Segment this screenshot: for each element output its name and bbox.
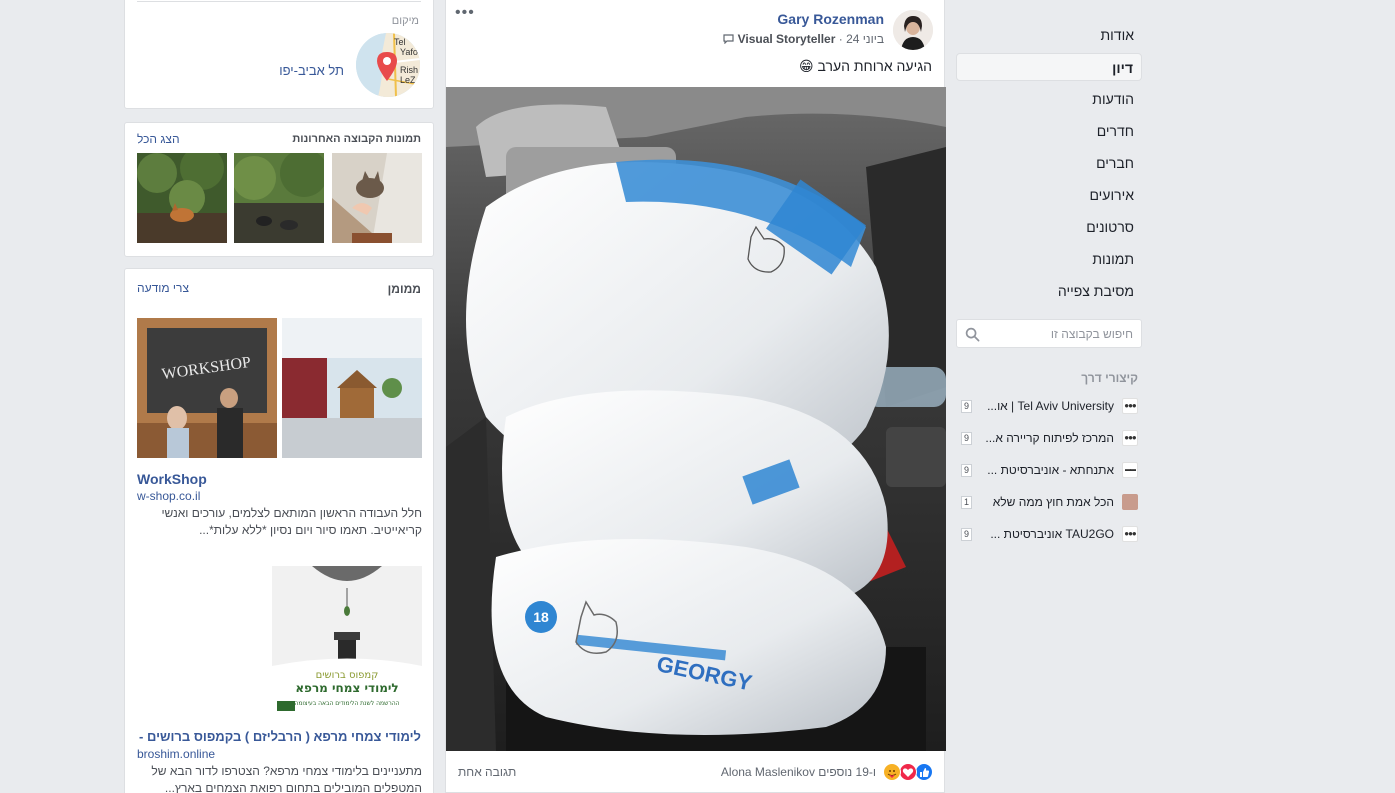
shortcut-item[interactable]: ●●● TAU2GO אוניברסיטת ... 9: [960, 524, 1138, 544]
ad-domain[interactable]: broshim.online: [137, 747, 215, 761]
svg-text:ההרשמה לשנת הלימודים הבאה בעיצ: ההרשמה לשנת הלימודים הבאה בעיצומה: [294, 700, 399, 707]
ad-domain[interactable]: w-shop.co.il: [137, 489, 200, 503]
shortcut-count-badge: 9: [961, 432, 972, 445]
shortcut-label: הכל אמת חוץ ממה שלא: [992, 495, 1114, 509]
profile-photo-icon: [1122, 494, 1138, 510]
reactions-summary[interactable]: Alona Maslenikov ו-19 נוספים: [721, 765, 876, 779]
recent-photos-title: תמונות הקבוצה האחרונות: [292, 133, 421, 145]
shortcut-item[interactable]: ▬▬ אתנחתא - אוניברסיטת ... 9: [960, 460, 1138, 480]
shortcut-item[interactable]: ●●● Tel Aviv University | או... 9: [960, 396, 1138, 416]
ad-title[interactable]: WorkShop: [137, 471, 207, 487]
author-avatar[interactable]: [893, 10, 933, 50]
shortcut-count-badge: 9: [961, 464, 972, 477]
map-pin-icon: [377, 52, 397, 81]
shortcut-item[interactable]: ●●● המרכז לפיתוח קריירה א... 9: [960, 428, 1138, 448]
tau-logo-icon: ●●●: [1122, 526, 1138, 542]
location-card: מיקום Tel Yafo Rish LeZ תל אביב-יפו: [124, 0, 434, 109]
feed-post: ••• Gary Rozenman ביוני Visual Storytell…: [445, 0, 946, 793]
svg-text:לימודי צמחי מרפא: לימודי צמחי מרפא: [295, 681, 398, 695]
svg-text:Yafo: Yafo: [400, 47, 418, 57]
svg-text:LeZ: LeZ: [400, 75, 416, 85]
like-reaction-icon: [915, 763, 933, 781]
group-photo-thumb[interactable]: [137, 153, 227, 243]
svg-text:Tel: Tel: [394, 37, 406, 47]
search-icon: [965, 327, 980, 342]
location-map[interactable]: Tel Yafo Rish LeZ: [356, 33, 420, 97]
group-search-input[interactable]: [983, 324, 1133, 343]
create-ad-link[interactable]: צרי מודעה: [137, 281, 189, 295]
shortcut-label: Tel Aviv University | או...: [987, 399, 1114, 413]
divider: [137, 1, 421, 2]
author-badge[interactable]: Visual Storyteller: [738, 32, 836, 46]
nav-item-rooms[interactable]: חדרים: [956, 117, 1134, 145]
shortcut-count-badge: 1: [961, 496, 972, 509]
nav-item-announcements[interactable]: הודעות: [956, 85, 1134, 113]
nav-item-events[interactable]: אירועים: [956, 181, 1134, 209]
shortcut-label: המרכז לפיתוח קריירה א...: [985, 431, 1114, 445]
nav-item-about[interactable]: אודות: [956, 21, 1135, 49]
shortcut-label: TAU2GO אוניברסיטת ...: [990, 527, 1114, 541]
nav-item-watch-party[interactable]: מסיבת צפייה: [956, 277, 1134, 305]
post-author-name[interactable]: Gary Rozenman: [777, 11, 884, 27]
nav-item-photos[interactable]: תמונות: [956, 245, 1134, 273]
group-logo-icon: ▬▬: [1122, 462, 1138, 478]
location-link[interactable]: תל אביב-יפו: [279, 63, 344, 78]
care-reaction-icon: [883, 763, 901, 781]
post-text: הגיעה ארוחת הערב 😁: [799, 58, 932, 74]
ad-image[interactable]: [282, 318, 422, 458]
separator: ·: [838, 32, 847, 46]
post-meta: ביוני Visual Storyteller · 24: [723, 32, 884, 46]
svg-text:Rish: Rish: [400, 65, 418, 75]
post-date-suffix[interactable]: ביוני: [863, 32, 884, 46]
group-photo-thumb[interactable]: [234, 153, 324, 243]
ad-image[interactable]: WORKSHOP: [137, 318, 277, 458]
svg-text:קמפוס ברושים: קמפוס ברושים: [316, 670, 379, 681]
sponsored-title: ממומן: [387, 282, 421, 296]
love-reaction-icon: [899, 763, 917, 781]
ad-description: מתעניינים בלימודי צמחי מרפא? הצטרפו לדור…: [151, 764, 422, 793]
group-search-box[interactable]: [956, 319, 1142, 348]
nav-item-members[interactable]: חברים: [956, 149, 1134, 177]
comment-bubble-icon: [723, 34, 734, 45]
shortcuts-heading: קיצורי דרך: [1081, 371, 1138, 385]
shortcut-count-badge: 9: [961, 400, 972, 413]
see-all-link[interactable]: הצג הכל: [137, 132, 180, 146]
nav-item-videos[interactable]: סרטונים: [956, 213, 1134, 241]
location-title: מיקום: [391, 15, 419, 27]
ad-image[interactable]: קמפוס ברושים לימודי צמחי מרפא ההרשמה לשנ…: [272, 566, 422, 716]
recent-photos-card: תמונות הקבוצה האחרונות הצג הכל: [124, 122, 434, 257]
more-options-icon[interactable]: •••: [455, 4, 475, 22]
bag-weight-label: 18: [533, 609, 549, 625]
shortcut-label: אתנחתא - אוניברסיטת ...: [987, 463, 1114, 477]
sponsored-card: ממומן צרי מודעה WORKSHOP WorkShop w-shop…: [124, 268, 434, 793]
comments-count[interactable]: תגובה אחת: [458, 765, 516, 779]
tau-logo-icon: ●●●: [1122, 430, 1138, 446]
post-photo[interactable]: 18 GEORGY: [446, 87, 946, 751]
shortcut-count-badge: 9: [961, 528, 972, 541]
ad-description: חלל העבודה הראשון המותאם לצלמים, עורכים …: [161, 506, 422, 537]
ad-title[interactable]: לימודי צמחי מרפא ( הרבליזם ) בקמפוס ברוש…: [136, 729, 421, 744]
shortcut-item[interactable]: הכל אמת חוץ ממה שלא 1: [960, 492, 1138, 512]
post-timestamp[interactable]: 24: [846, 32, 859, 46]
group-photo-thumb[interactable]: [332, 153, 422, 243]
tau-logo-icon: ●●●: [1122, 398, 1138, 414]
nav-item-discussion[interactable]: דיון: [956, 53, 1142, 81]
